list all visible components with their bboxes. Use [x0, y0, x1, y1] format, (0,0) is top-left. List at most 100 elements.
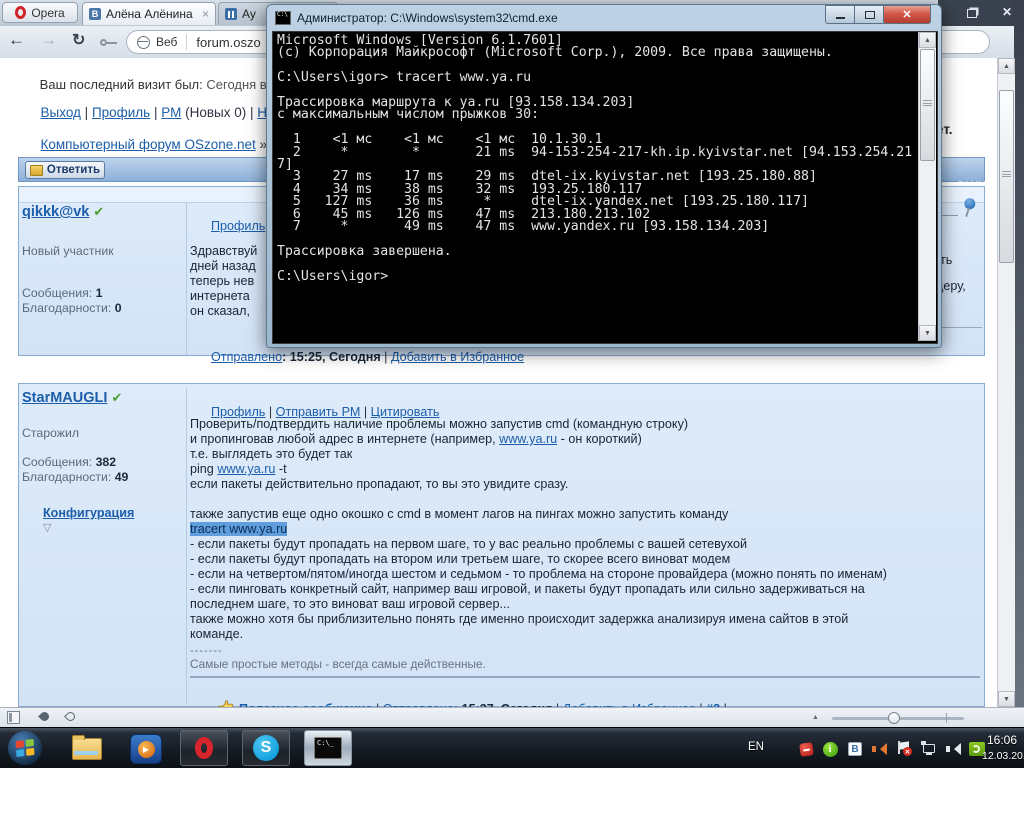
- post1-messages: Сообщения: 1: [22, 286, 102, 300]
- address-url[interactable]: forum.oszo: [196, 35, 260, 50]
- panel-toggle-icon[interactable]: [7, 711, 20, 724]
- cmd-console[interactable]: Microsoft Windows [Version 6.1.7601] (c)…: [272, 31, 938, 344]
- pm-link[interactable]: РМ: [161, 105, 181, 120]
- post2-body-line: если пакеты действительно пропадают, то …: [190, 477, 982, 492]
- clock-date: 12.03.2013: [982, 750, 1022, 762]
- cmd-taskbar-button[interactable]: C:\_: [304, 730, 352, 766]
- action-center-flag-icon[interactable]: ✕: [896, 741, 912, 757]
- tab-close-icon[interactable]: ×: [202, 7, 209, 21]
- body-text: - если пакеты будут пропадать на первом …: [190, 537, 747, 551]
- back-button[interactable]: ←: [8, 30, 25, 50]
- post2-config-row[interactable]: Конфигурация ▽: [22, 492, 134, 548]
- inline-link[interactable]: www.ya.ru: [499, 432, 557, 446]
- zoom-slider[interactable]: [832, 708, 964, 728]
- thanks-label: Благодарности:: [22, 301, 111, 315]
- sent-link[interactable]: Отправлено: [211, 350, 282, 364]
- thanks-value: 0: [115, 301, 122, 315]
- pm-new-count: (Новых 0): [181, 105, 246, 120]
- turbo-drop-icon[interactable]: [38, 710, 51, 723]
- reply-button[interactable]: Ответить: [25, 161, 105, 179]
- config-link[interactable]: Конфигурация: [43, 506, 134, 520]
- info-tray-icon[interactable]: i: [822, 741, 838, 757]
- cmd-window[interactable]: C:\ Администратор: C:\Windows\system32\c…: [266, 4, 942, 348]
- scrollbar-up-arrow[interactable]: ▲: [998, 58, 1015, 74]
- logout-link[interactable]: Выход: [41, 105, 81, 120]
- opera-taskbar-button[interactable]: [180, 730, 228, 766]
- console-scrollbar[interactable]: ▲ ▼: [918, 32, 936, 341]
- username-link[interactable]: StarMAUGLI: [22, 390, 107, 406]
- language-indicator[interactable]: EN: [748, 741, 764, 753]
- skype-icon: S: [253, 735, 279, 761]
- globe-icon: [137, 36, 150, 49]
- opera-logo-icon: [15, 6, 26, 19]
- post2-body-line: - если пинговать конкретный сайт, наприм…: [190, 582, 982, 597]
- reply-icon: [30, 165, 43, 176]
- post2-thanks: Благодарности: 49: [22, 470, 128, 484]
- profile-link[interactable]: Профиль: [92, 105, 150, 120]
- separator: |: [150, 105, 161, 120]
- zoom-slider-knob[interactable]: [888, 712, 900, 724]
- opera-menu-label: Opera: [31, 6, 64, 20]
- volume-tray-icon[interactable]: [945, 741, 961, 757]
- post2-footer-divider: [190, 676, 980, 678]
- skype-taskbar-button[interactable]: S: [242, 730, 290, 766]
- post1-username[interactable]: qikkk@vk ✔: [22, 204, 104, 220]
- scrollbar-thumb[interactable]: [999, 90, 1014, 263]
- post2-body-line: т.е. выглядеть это будет так: [190, 447, 982, 462]
- reload-button[interactable]: ↻: [72, 30, 85, 50]
- console-scrollbar-down[interactable]: ▼: [919, 325, 936, 341]
- browser-scrollbar[interactable]: ▲ ▼: [997, 58, 1015, 707]
- post2-body-line: также можно хотя бы приблизительно понят…: [190, 612, 982, 627]
- post2-column-divider: [186, 388, 187, 704]
- breadcrumb-forum-link[interactable]: Компьютерный форум OSzone.net: [41, 137, 256, 152]
- post2-body-line: последнем шаге, то это виноват ваш игров…: [190, 597, 982, 612]
- post2-body-line: - если пакеты будут пропадать на первом …: [190, 537, 982, 552]
- cmd-icon: C:\_: [314, 737, 342, 759]
- messages-value: 382: [96, 455, 117, 469]
- vk-tray-icon[interactable]: B: [847, 741, 863, 757]
- clock[interactable]: 16:06 12.03.2013: [982, 733, 1022, 762]
- console-scrollbar-thumb[interactable]: [920, 49, 935, 161]
- triangle-down-icon: ▽: [43, 522, 51, 534]
- opera-menu-button[interactable]: Opera: [2, 2, 78, 23]
- explorer-button[interactable]: [70, 736, 104, 762]
- console-scrollbar-up[interactable]: ▲: [919, 32, 936, 48]
- address-divider: [186, 34, 187, 50]
- username-link[interactable]: qikkk@vk: [22, 204, 89, 220]
- wand-key-icon[interactable]: [100, 39, 118, 47]
- body-text: и пропинговав любой адрес в интернете (н…: [190, 432, 499, 446]
- favorite-link[interactable]: Добавить в Избранное: [391, 350, 524, 364]
- address-badge[interactable]: Веб: [156, 35, 177, 49]
- sent-time: : 15:25, Сегодня: [282, 350, 381, 364]
- post1-right-divider: [936, 327, 982, 328]
- cmd-window-icon: C:\: [275, 11, 291, 25]
- body-text: - если пакеты будут пропадать на втором …: [190, 552, 730, 566]
- restore-icon: [967, 9, 977, 18]
- turbo-drop-outline-icon[interactable]: [64, 710, 77, 723]
- signature-dashes: -------: [190, 645, 223, 657]
- cmd-maximize-button[interactable]: [854, 5, 885, 24]
- post-profile-link[interactable]: Профиль: [211, 219, 265, 233]
- separator: |: [246, 105, 257, 120]
- post1-body-line: он сказал,: [190, 304, 257, 319]
- network-tray-icon[interactable]: [921, 741, 937, 757]
- inline-link[interactable]: www.ya.ru: [217, 462, 275, 476]
- post2-username[interactable]: StarMAUGLI ✔: [22, 390, 122, 406]
- orange-speaker-tray-icon[interactable]: [871, 741, 887, 757]
- media-player-button[interactable]: ▶: [130, 734, 162, 764]
- start-button[interactable]: [8, 731, 42, 765]
- body-text: также запустив еще одно окошко с cmd в м…: [190, 507, 728, 521]
- body-text: также можно хотя бы приблизительно понят…: [190, 612, 848, 626]
- tab-vk-page[interactable]: В Алёна Алёнина ×: [82, 2, 216, 25]
- cmd-titlebar[interactable]: C:\ Администратор: C:\Windows\system32\c…: [267, 5, 939, 31]
- browser-restore-button[interactable]: [962, 6, 982, 20]
- forward-button[interactable]: →: [40, 30, 57, 50]
- cmd-minimize-button[interactable]: [825, 5, 856, 24]
- red-badge-tray-icon[interactable]: [798, 741, 814, 757]
- body-text: если пакеты действительно пропадают, то …: [190, 477, 568, 491]
- body-text: Проверить/подтвердить наличие проблемы м…: [190, 417, 688, 431]
- zoom-fit-icon[interactable]: ▲: [812, 714, 819, 721]
- post1-body-line: дней назад: [190, 259, 257, 274]
- cmd-close-button[interactable]: ✕: [883, 5, 931, 24]
- scrollbar-down-arrow[interactable]: ▼: [998, 691, 1015, 707]
